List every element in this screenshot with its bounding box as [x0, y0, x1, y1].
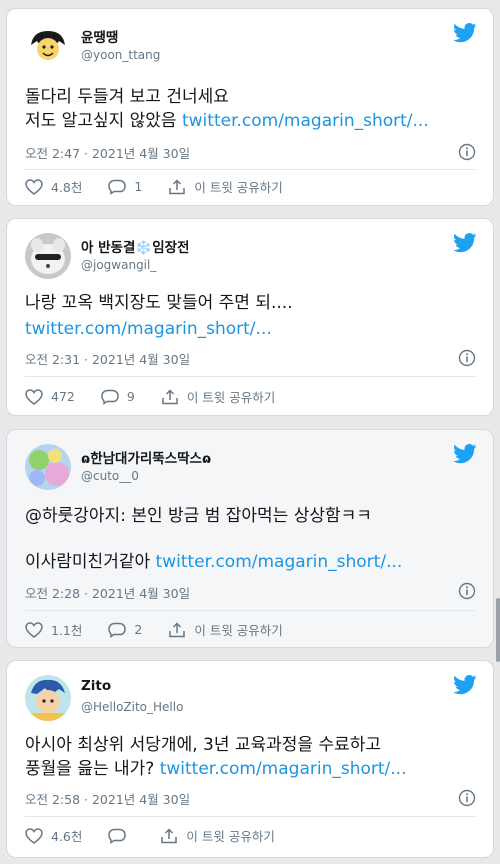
tweet-text-line: 풍월을 읊는 내가? twitter.com/magarin_short/... — [25, 757, 406, 781]
tweet-actions: 472 9 이 트윗 공유하기 — [25, 387, 301, 406]
twitter-bird-icon[interactable] — [453, 675, 477, 695]
tweet-actions: 4.8천 1 이 트윗 공유하기 — [25, 177, 309, 196]
timestamp[interactable]: 오전 2:28 · 2021년 4월 30일 — [25, 583, 190, 602]
divider — [25, 376, 475, 377]
like-button[interactable]: 472 — [25, 388, 75, 405]
reply-count: 2 — [134, 622, 143, 637]
share-button[interactable]: 이 트윗 공유하기 — [168, 620, 283, 639]
avatar[interactable] — [25, 233, 71, 279]
twitter-bird-icon[interactable] — [453, 23, 477, 43]
share-icon — [169, 178, 186, 194]
reply-button[interactable] — [108, 828, 134, 844]
heart-icon — [25, 178, 43, 195]
reply-button[interactable]: 2 — [108, 622, 142, 638]
tweet-actions: 1.1천 2 이 트윗 공유하기 — [25, 620, 309, 639]
tweet-text-line: 나랑 꼬옥 백지장도 맞들어 주면 되.... — [25, 293, 293, 313]
share-icon — [162, 388, 178, 404]
heart-icon — [25, 621, 43, 638]
reply-button[interactable]: 9 — [101, 389, 135, 405]
reply-icon — [101, 389, 119, 405]
heart-icon — [25, 827, 43, 844]
reply-icon — [108, 828, 127, 844]
display-name[interactable]: 아 반동결❄️임장전 — [81, 236, 189, 256]
share-label: 이 트윗 공유하기 — [186, 829, 275, 844]
heart-icon — [25, 388, 43, 405]
tweet-text-line: 돌다리 두들겨 보고 건너세요 — [25, 87, 229, 107]
divider — [25, 816, 475, 817]
share-button[interactable]: 이 트윗 공유하기 — [160, 826, 275, 845]
reply-icon — [108, 622, 127, 638]
tweet-link[interactable]: twitter.com/magarin_short/... — [160, 759, 407, 779]
tweet-card[interactable]: ɷ한남대가리뚝스딱스ɷ @cuto__0 @하룻강아지: 본인 방금 범 잡아먹… — [6, 429, 494, 648]
tweet-text: 저도 알고싶지 않았음 — [25, 111, 177, 131]
tweet-text: 이사람미친거같아 — [25, 552, 151, 572]
tweet-link[interactable]: twitter.com/magarin_short/... — [25, 317, 272, 341]
info-icon[interactable] — [458, 789, 476, 807]
tweet-actions: 4.6천 이 트윗 공유하기 — [25, 826, 301, 845]
like-button[interactable]: 1.1천 — [25, 620, 82, 639]
like-button[interactable]: 4.6천 — [25, 826, 82, 845]
share-button[interactable]: 이 트윗 공유하기 — [168, 177, 283, 196]
user-handle[interactable]: @HelloZito_Hello — [81, 700, 183, 714]
info-icon[interactable] — [458, 349, 476, 367]
scrollbar[interactable] — [496, 598, 500, 662]
user-handle[interactable]: @yoon_ttang — [81, 48, 160, 62]
reply-icon — [108, 179, 127, 195]
divider — [25, 610, 475, 611]
like-count: 4.8천 — [51, 180, 83, 195]
tweet-card[interactable]: 아 반동결❄️임장전 @jogwangil_ 나랑 꼬옥 백지장도 맞들어 주면… — [6, 218, 494, 416]
tweet-card[interactable]: 윤땡땡 @yoon_ttang 돌다리 두들겨 보고 건너세요 저도 알고싶지 … — [6, 8, 494, 206]
avatar[interactable] — [25, 675, 71, 721]
tweet-card[interactable]: Zito @HelloZito_Hello 아시아 최상위 서당개에, 3년 교… — [6, 660, 494, 858]
divider — [25, 169, 475, 170]
user-handle[interactable]: @jogwangil_ — [81, 258, 156, 272]
display-name[interactable]: ɷ한남대가리뚝스딱스ɷ — [81, 447, 211, 467]
timestamp[interactable]: 오전 2:58 · 2021년 4월 30일 — [25, 789, 190, 808]
timestamp[interactable]: 오전 2:47 · 2021년 4월 30일 — [25, 143, 190, 162]
tweet-text-line: @하룻강아지: 본인 방금 범 잡아먹는 상상함ㅋㅋ — [25, 506, 372, 526]
user-handle[interactable]: @cuto__0 — [81, 469, 139, 483]
share-icon — [161, 827, 178, 843]
avatar[interactable] — [25, 444, 71, 490]
tweet-text: 풍월을 읊는 내가? — [25, 759, 155, 779]
display-name[interactable]: Zito — [81, 678, 111, 694]
display-name[interactable]: 윤땡땡 — [81, 26, 118, 46]
timestamp[interactable]: 오전 2:31 · 2021년 4월 30일 — [25, 349, 190, 368]
tweet-text-line: 아시아 최상위 서당개에, 3년 교육과정을 수료하고 — [25, 735, 382, 755]
tweet-link[interactable]: twitter.com/magarin_short/... — [182, 111, 429, 131]
tweet-text-line: 이사람미친거같아 twitter.com/magarin_short/... — [25, 550, 402, 574]
twitter-bird-icon[interactable] — [453, 444, 477, 464]
like-count: 4.6천 — [51, 829, 83, 844]
like-count: 1.1천 — [51, 623, 83, 638]
info-icon[interactable] — [458, 143, 476, 161]
reply-count: 9 — [126, 389, 135, 404]
like-button[interactable]: 4.8천 — [25, 177, 82, 196]
share-label: 이 트윗 공유하기 — [194, 623, 283, 638]
tweet-text-line: 저도 알고싶지 않았음 twitter.com/magarin_short/..… — [25, 109, 429, 133]
share-icon — [169, 621, 186, 637]
reply-count: 1 — [134, 179, 143, 194]
share-button[interactable]: 이 트윗 공유하기 — [161, 387, 275, 406]
tweet-link[interactable]: twitter.com/magarin_short/... — [156, 552, 403, 572]
info-icon[interactable] — [458, 582, 476, 600]
share-label: 이 트윗 공유하기 — [194, 180, 283, 195]
share-label: 이 트윗 공유하기 — [186, 390, 276, 405]
like-count: 472 — [51, 389, 75, 404]
avatar[interactable] — [25, 23, 71, 69]
reply-button[interactable]: 1 — [108, 179, 142, 195]
twitter-bird-icon[interactable] — [453, 233, 477, 253]
